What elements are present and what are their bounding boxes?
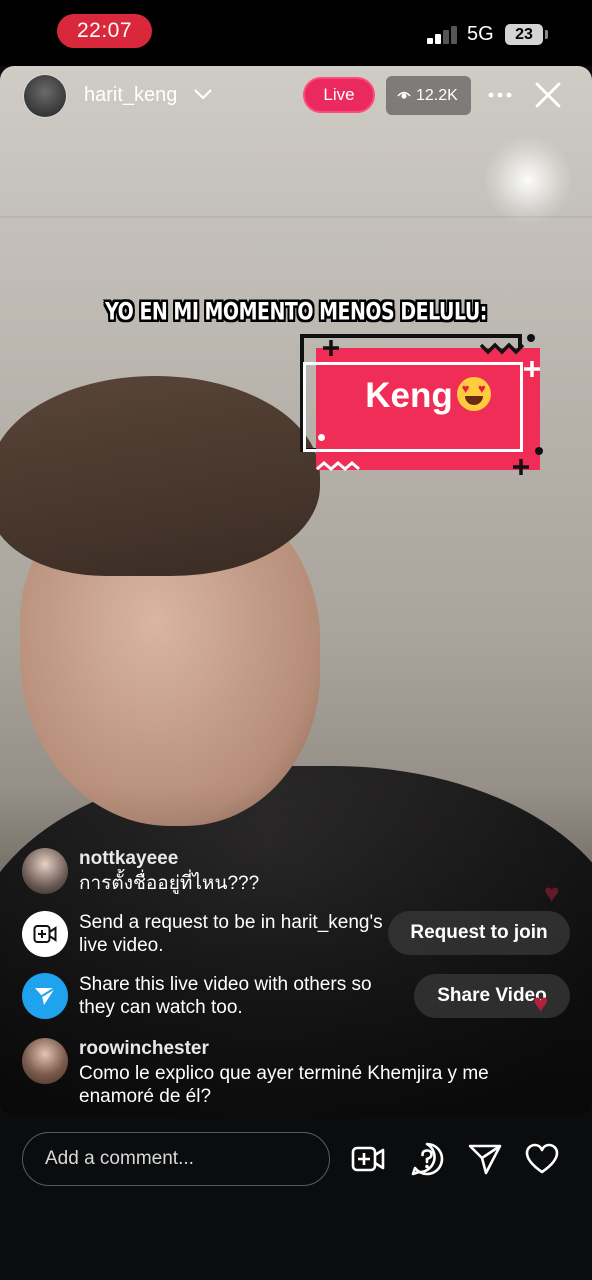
network-type: 5G	[467, 23, 494, 45]
battery-indicator: 23	[505, 24, 543, 45]
comment-username[interactable]: roowinchester	[79, 1038, 209, 1060]
send-icon	[35, 987, 56, 1005]
close-icon[interactable]	[533, 80, 563, 110]
heart-eyes-emoji-icon	[456, 377, 491, 411]
zigzag-decor-icon	[316, 461, 360, 471]
comment-input[interactable]	[22, 1132, 330, 1186]
hair-front	[0, 376, 320, 576]
floating-heart-icon: ♥	[544, 878, 560, 908]
battery-tip	[545, 30, 548, 39]
commenter-avatar[interactable]	[22, 848, 68, 894]
viewer-count-value: 12.2K	[416, 87, 458, 104]
video-add-icon	[33, 925, 57, 943]
status-bar: 22:07 5G 23	[0, 0, 592, 66]
commenter-avatar[interactable]	[22, 1038, 68, 1084]
request-to-join-button[interactable]: Request to join	[388, 911, 570, 955]
keng-sticker: Keng	[300, 332, 545, 477]
comment-text: การตั้งชื่ออยู่ที่ไหน???	[79, 873, 260, 894]
live-badge: Live	[303, 77, 375, 113]
share-badge	[22, 973, 68, 1019]
video-add-icon[interactable]	[350, 1141, 386, 1177]
broadcaster-username[interactable]: harit_keng	[84, 84, 177, 107]
send-icon[interactable]	[467, 1141, 503, 1177]
share-video-text: Share this live video with others so the…	[79, 974, 372, 1018]
sticker-label: Keng	[316, 376, 540, 416]
sticker-text: Keng	[365, 376, 453, 415]
plus-decor-icon	[323, 340, 339, 356]
eye-icon	[397, 91, 411, 99]
signal-icon	[427, 26, 461, 44]
dot-decor	[535, 447, 543, 455]
plus-decor-icon	[524, 361, 540, 377]
plus-decor-icon	[513, 459, 529, 475]
question-icon[interactable]	[409, 1141, 445, 1177]
comment-item[interactable]: nottkayeee การตั้งชื่ออยู่ที่ไหน???	[22, 848, 582, 898]
live-video[interactable]: harit_keng Live 12.2K YO EN MI MOMENTO M…	[0, 66, 592, 1116]
bottom-bar	[0, 1116, 592, 1280]
request-to-join-text: Send a request to be in harit_keng's liv…	[79, 912, 383, 956]
zigzag-decor-icon	[480, 342, 524, 355]
comment-username[interactable]: nottkayeee	[79, 848, 178, 870]
dot-decor	[527, 334, 535, 342]
meme-caption: YO EN MI MOMENTO MENOS DELULU:	[105, 298, 487, 326]
status-time: 22:07	[57, 14, 152, 48]
more-icon[interactable]	[487, 83, 513, 107]
video-add-badge	[22, 911, 68, 957]
comment-text: Como le explico que ayer terminé Khemjir…	[79, 1063, 489, 1107]
chevron-down-icon[interactable]	[193, 86, 213, 102]
floating-heart-icon: ♥	[533, 988, 549, 1018]
background-wall	[0, 216, 592, 218]
heart-icon[interactable]	[524, 1141, 560, 1177]
comment-item[interactable]: roowinchester Como le explico que ayer t…	[22, 1038, 582, 1110]
viewer-count[interactable]: 12.2K	[386, 76, 471, 115]
dot-decor	[318, 434, 325, 441]
broadcaster-avatar[interactable]	[23, 74, 67, 118]
